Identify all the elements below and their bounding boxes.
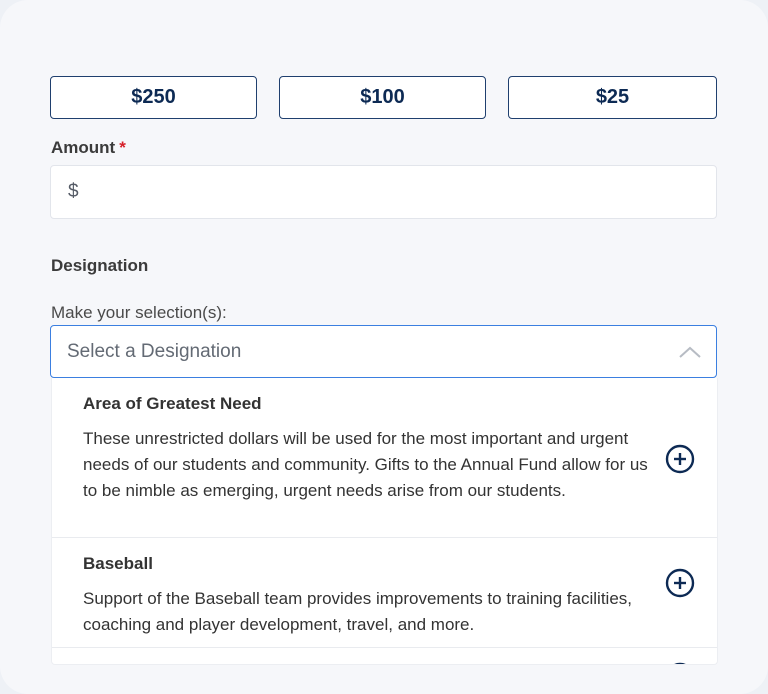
amount-field[interactable]: $	[50, 165, 717, 219]
selection-hint: Make your selection(s):	[51, 303, 227, 322]
designation-option[interactable]: Area of Greatest Need These unrestricted…	[52, 378, 717, 538]
amount-25-button[interactable]: $25	[508, 76, 717, 119]
required-marker: *	[119, 138, 126, 157]
designation-placeholder: Select a Designation	[67, 340, 242, 362]
plus-circle-icon[interactable]	[665, 568, 695, 598]
preset-amounts: $250 $100 $25	[50, 76, 717, 119]
amount-input[interactable]	[84, 165, 716, 219]
option-description: Support of the Baseball team provides im…	[83, 589, 632, 634]
amount-100-button[interactable]: $100	[279, 76, 486, 119]
donation-form: $250 $100 $25 Amount * $ Designation Make…	[0, 0, 768, 694]
option-description: These unrestricted dollars will be used …	[83, 429, 648, 500]
designation-option[interactable]: Baseball Support of the Baseball team pr…	[52, 538, 717, 648]
chevron-up-icon[interactable]	[678, 345, 702, 359]
option-title: Baseball	[83, 554, 153, 573]
designation-option-partial[interactable]	[52, 648, 717, 665]
amount-label: Amount *	[51, 138, 126, 158]
amount-label-text: Amount	[51, 138, 116, 157]
designation-dropdown: Area of Greatest Need These unrestricted…	[51, 378, 718, 665]
amount-250-button[interactable]: $250	[50, 76, 257, 119]
designation-select[interactable]: Select a Designation	[50, 325, 717, 378]
plus-circle-icon[interactable]	[665, 444, 695, 474]
currency-prefix: $	[68, 181, 79, 202]
plus-circle-icon[interactable]	[665, 662, 695, 665]
designation-title: Designation	[51, 256, 149, 275]
option-title: Area of Greatest Need	[83, 394, 262, 413]
